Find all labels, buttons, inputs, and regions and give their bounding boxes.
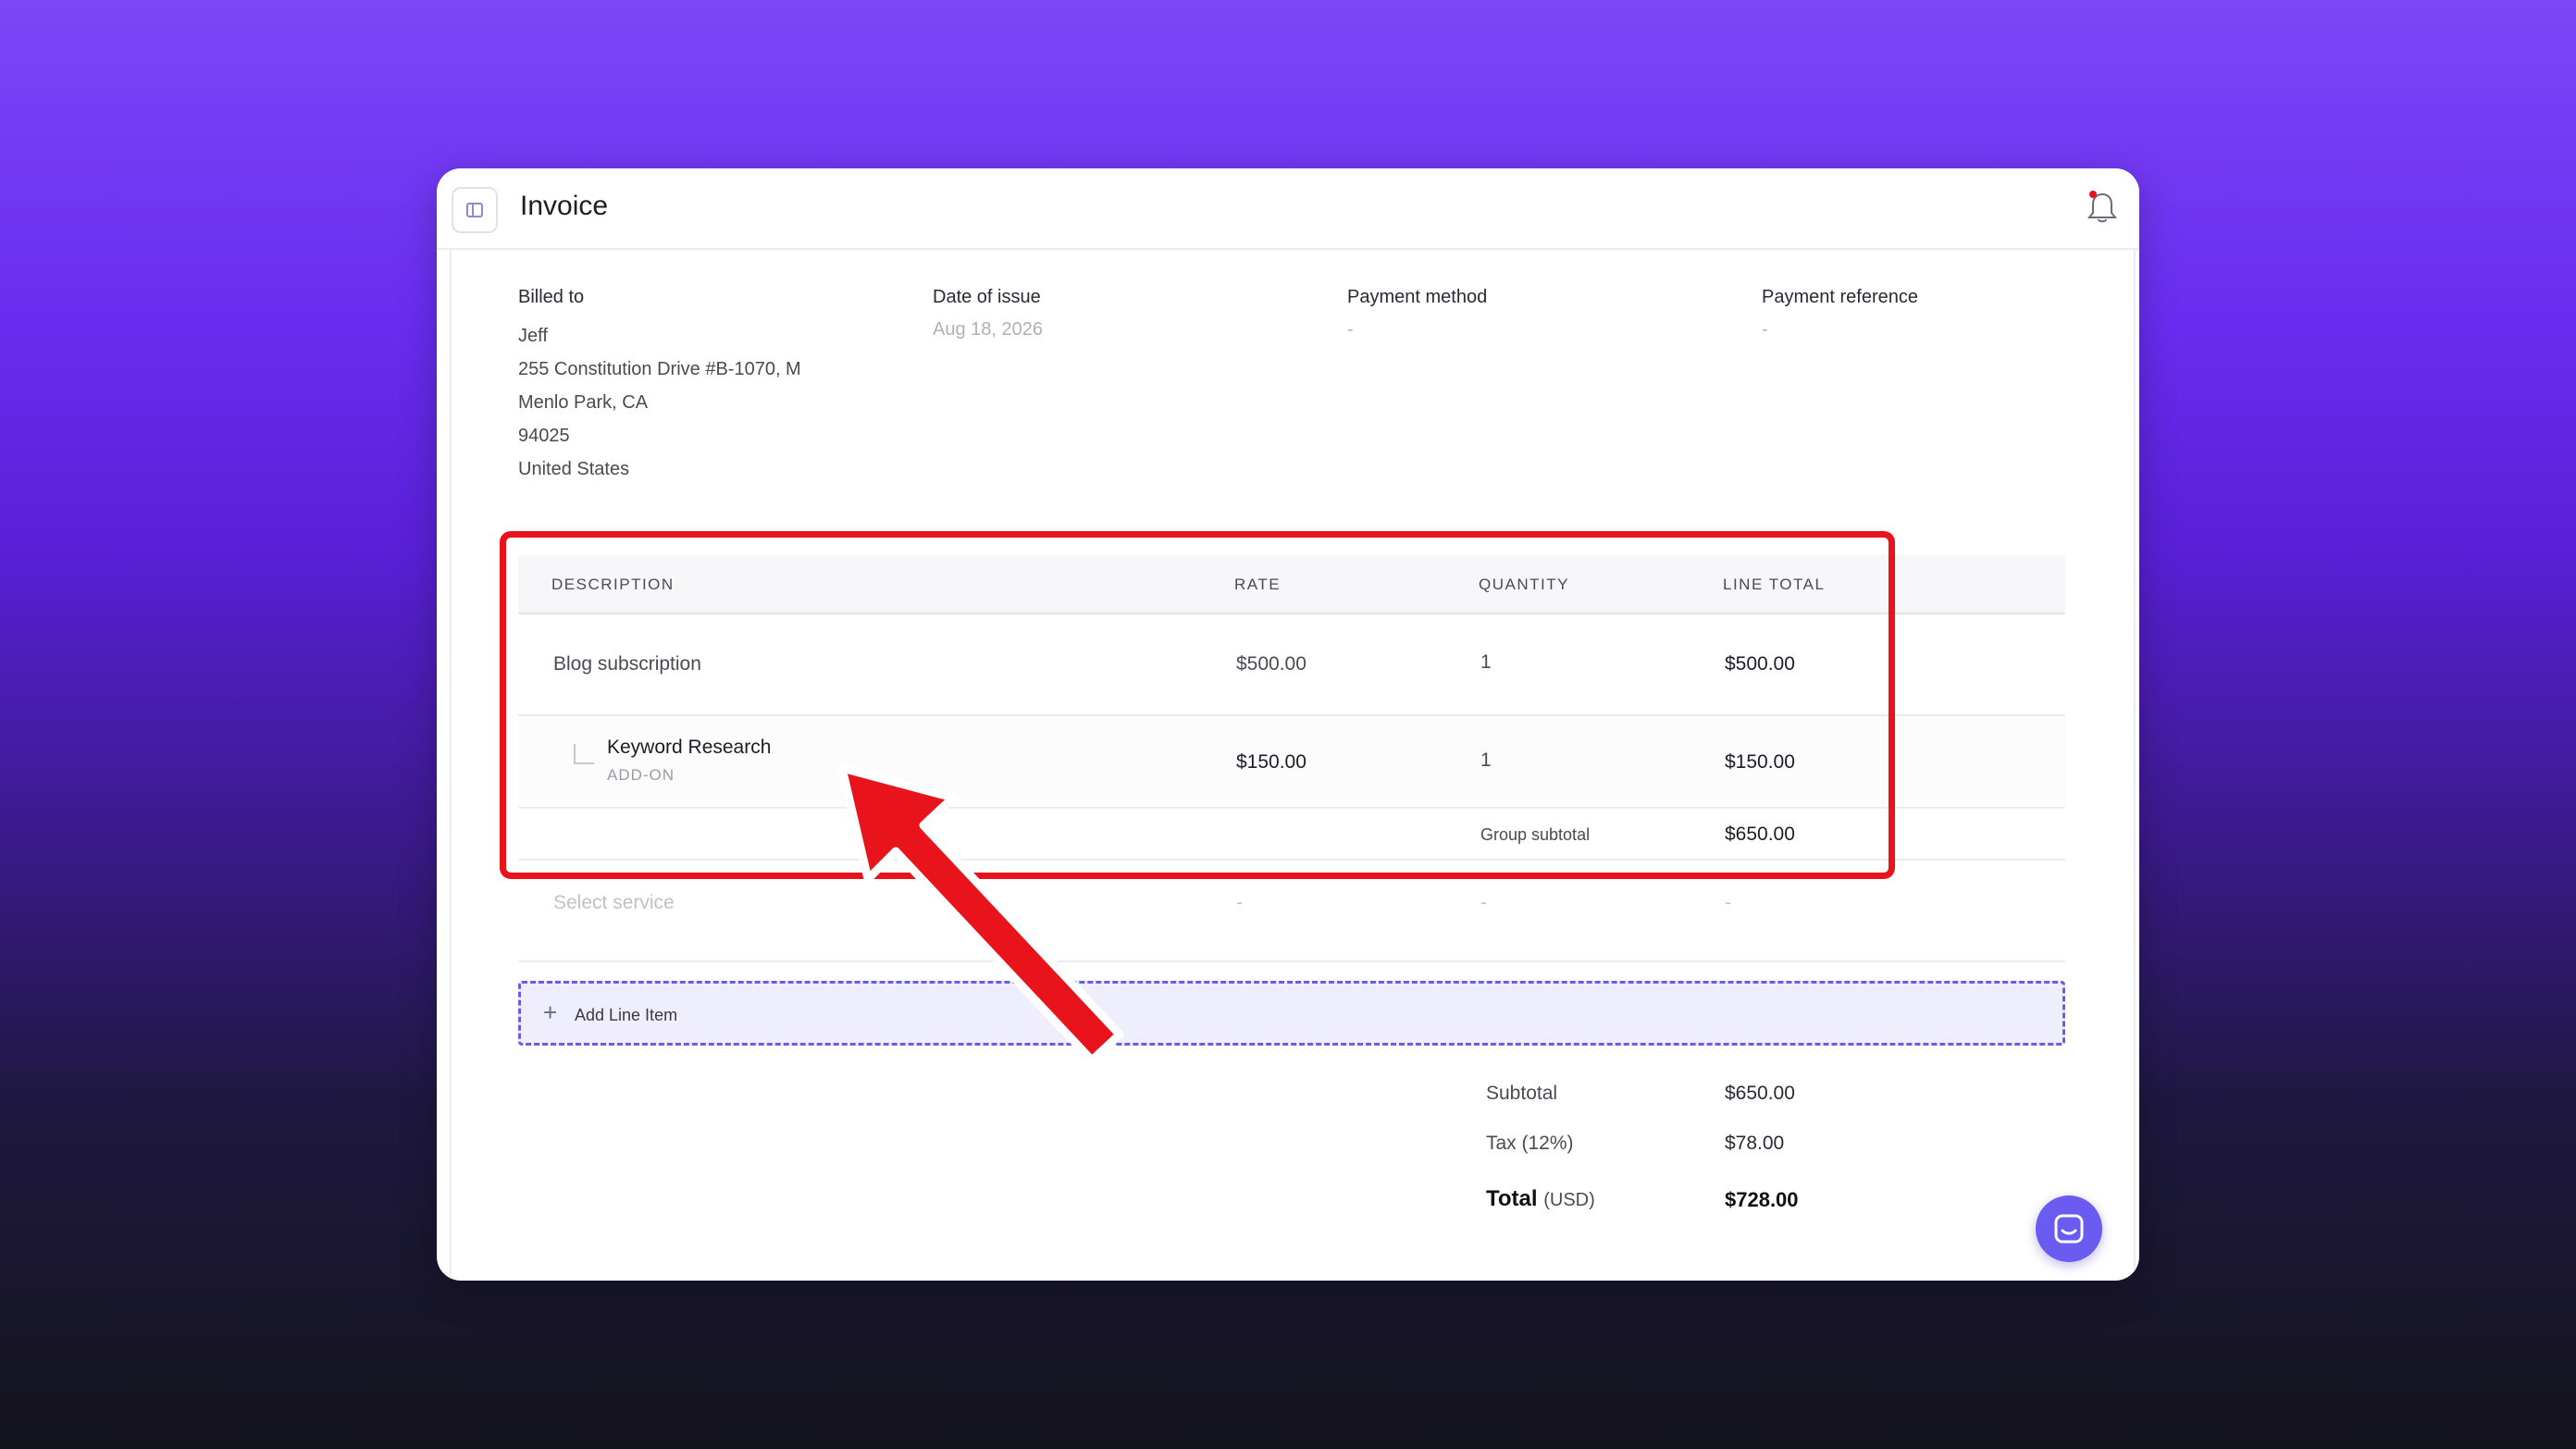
addon-description[interactable]: Keyword Research	[607, 737, 771, 759]
column-header-line-total: LINE TOTAL	[1723, 576, 1826, 593]
chat-button[interactable]	[2036, 1195, 2102, 1262]
total-label: Total (USD)	[1486, 1186, 1595, 1212]
date-of-issue-section: Date of issue Aug 18, 2026	[933, 287, 1043, 341]
table-row[interactable]: Blog subscription $500.00 1 $500.00	[518, 614, 2065, 716]
sidebar-toggle-button[interactable]	[452, 187, 498, 233]
add-line-item-label: Add Line Item	[575, 1006, 678, 1024]
billed-to-name: Jeff	[518, 326, 548, 346]
subtotal-label: Subtotal	[1486, 1083, 1558, 1104]
right-rail	[2134, 250, 2139, 1281]
empty-line-total: -	[1725, 892, 1731, 913]
row-rate[interactable]: $500.00	[1236, 653, 1307, 675]
payment-method-section: Payment method -	[1347, 287, 1487, 341]
column-header-rate: RATE	[1234, 576, 1282, 593]
tax-value: $78.00	[1725, 1133, 1785, 1154]
date-of-issue-label: Date of issue	[933, 287, 1041, 307]
addon-rate[interactable]: $150.00	[1236, 751, 1307, 774]
chat-icon	[2054, 1214, 2084, 1244]
payment-method-label: Payment method	[1347, 287, 1488, 307]
group-subtotal-value: $650.00	[1725, 824, 1795, 845]
address-line: Menlo Park, CA	[518, 392, 649, 413]
select-service-input[interactable]: Select service	[553, 892, 675, 914]
row-description[interactable]: Blog subscription	[553, 653, 701, 675]
billed-to-section: Billed to Jeff 255 Constitution Drive #B…	[518, 287, 822, 486]
row-line-total: $500.00	[1725, 653, 1795, 675]
total-value: $728.00	[1725, 1188, 1799, 1211]
address-line: 94025	[518, 426, 570, 446]
billed-to-label: Billed to	[518, 287, 585, 307]
column-header-description: DESCRIPTION	[551, 576, 675, 593]
empty-service-row[interactable]: Select service - - -	[518, 861, 2065, 962]
sidebar-toggle-icon	[466, 203, 483, 217]
add-line-item-button[interactable]: + Add Line Item	[518, 981, 2065, 1046]
addon-tag: ADD-ON	[607, 766, 675, 784]
column-header-quantity: QUANTITY	[1479, 576, 1569, 593]
row-quantity[interactable]: 1	[1480, 651, 1492, 674]
left-rail	[437, 250, 452, 1281]
group-subtotal-row: Group subtotal $650.00	[518, 809, 2065, 861]
total-currency: (USD)	[1543, 1190, 1595, 1210]
bell-icon[interactable]	[2086, 189, 2119, 226]
payment-method-value[interactable]: -	[1347, 319, 1487, 341]
empty-rate: -	[1236, 892, 1243, 913]
subtotal-value: $650.00	[1725, 1083, 1795, 1104]
group-subtotal-label: Group subtotal	[1480, 825, 1591, 844]
payment-reference-label: Payment reference	[1762, 287, 1918, 307]
payment-reference-section: Payment reference -	[1762, 287, 1918, 341]
address-line: United States	[518, 459, 630, 479]
date-of-issue-value[interactable]: Aug 18, 2026	[933, 319, 1043, 341]
total-label-text: Total	[1486, 1186, 1538, 1211]
tax-label[interactable]: Tax (12%)	[1486, 1133, 1574, 1155]
empty-quantity: -	[1480, 892, 1487, 913]
addon-connector-icon	[574, 744, 594, 764]
payment-reference-value[interactable]: -	[1762, 319, 1918, 341]
page-title: Invoice	[520, 191, 609, 221]
invoice-window: Invoice Billed to Jeff 255 Constitution …	[437, 168, 2139, 1281]
table-header: DESCRIPTION RATE QUANTITY LINE TOTAL	[518, 555, 2065, 614]
table-row-addon[interactable]: Keyword Research ADD-ON $150.00 1 $150.0…	[518, 716, 2065, 809]
address-line: 255 Constitution Drive #B-1070, M	[518, 359, 801, 379]
plus-icon: +	[543, 998, 558, 1026]
addon-line-total: $150.00	[1725, 751, 1795, 773]
title-bar: Invoice	[437, 168, 2139, 250]
addon-quantity[interactable]: 1	[1480, 749, 1492, 772]
